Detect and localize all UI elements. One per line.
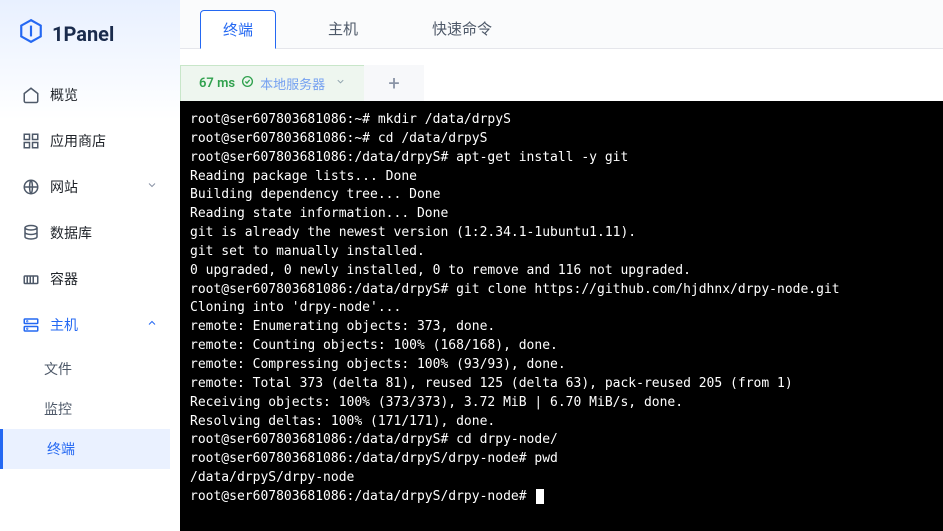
grid-icon (22, 132, 40, 150)
tab-label: 终端 (223, 21, 253, 39)
sidebar-item-label: 网站 (50, 177, 78, 197)
sidebar-item-label: 容器 (50, 269, 78, 289)
brand-logo: 1Panel (0, 18, 180, 67)
sidebar-item-label: 主机 (50, 315, 78, 335)
sidebar-item-database[interactable]: 数据库 (10, 211, 170, 255)
primary-tabs: 终端 主机 快速命令 (180, 0, 943, 49)
chevron-down-icon[interactable] (335, 76, 346, 91)
sidebar-item-label: 概览 (50, 85, 78, 105)
sidebar-menu: 概览 应用商店 网站 数据库 容器 主机 (0, 67, 180, 531)
sidebar-sub-monitor[interactable]: 监控 (10, 389, 170, 429)
sidebar-sub-label: 终端 (47, 442, 75, 458)
sidebar-sub-files[interactable]: 文件 (10, 349, 170, 389)
brand-name: 1Panel (52, 22, 114, 46)
tab-host[interactable]: 主机 (306, 10, 380, 48)
terminal-server-name: 本地服务器 (260, 74, 325, 93)
brand-logo-icon (18, 18, 44, 49)
sidebar-item-label: 数据库 (50, 223, 92, 243)
main-content: 终端 主机 快速命令 67 ms 本地服务器 + root@ser6078036… (180, 0, 943, 531)
check-circle-icon (241, 75, 254, 92)
container-icon (22, 270, 40, 288)
tab-label: 快速命令 (432, 20, 492, 38)
terminal-tab-active[interactable]: 67 ms 本地服务器 (180, 65, 364, 101)
chevron-down-icon (146, 179, 158, 195)
sidebar-sub-terminal[interactable]: 终端 (0, 429, 170, 469)
sidebar-item-container[interactable]: 容器 (10, 257, 170, 301)
globe-icon (22, 178, 40, 196)
chevron-up-icon (146, 317, 158, 333)
sidebar-sub-label: 监控 (44, 402, 72, 418)
sidebar-sub-label: 文件 (44, 362, 72, 378)
plus-icon: + (388, 71, 399, 95)
sidebar: 1Panel 概览 应用商店 网站 数据库 容器 (0, 0, 180, 531)
sidebar-item-label: 应用商店 (50, 131, 106, 151)
sidebar-item-website[interactable]: 网站 (10, 165, 170, 209)
home-icon (22, 86, 40, 104)
sidebar-item-host[interactable]: 主机 (10, 303, 170, 347)
tab-terminal[interactable]: 终端 (200, 10, 276, 49)
database-icon (22, 224, 40, 242)
tab-quickcmd[interactable]: 快速命令 (410, 10, 514, 48)
terminal-latency: 67 ms (199, 76, 235, 91)
sidebar-item-appstore[interactable]: 应用商店 (10, 119, 170, 163)
sidebar-item-overview[interactable]: 概览 (10, 73, 170, 117)
add-terminal-tab-button[interactable]: + (364, 65, 424, 101)
server-icon (22, 316, 40, 334)
terminal-output[interactable]: root@ser607803681086:~# mkdir /data/drpy… (180, 101, 943, 531)
tab-label: 主机 (328, 20, 358, 38)
terminal-tabs: 67 ms 本地服务器 + (180, 65, 943, 101)
